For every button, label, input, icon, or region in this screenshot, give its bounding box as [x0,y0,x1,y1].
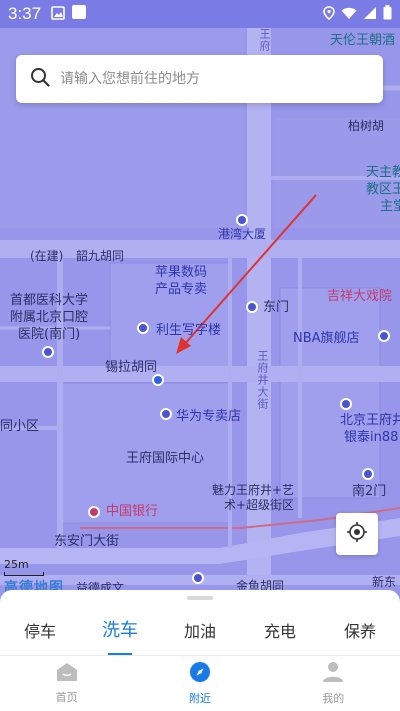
map-label-tianlun: 天伦王朝酒 [330,33,396,48]
map-label-church-2: 教区王 [366,182,400,197]
nav-nearby[interactable]: 附近 [133,656,266,711]
poi-pin-nba[interactable] [378,330,390,342]
map-label-bjwangfu-1: 北京王府井 [340,413,400,428]
map-label-bjwangfu-2: 银泰in88 [344,430,399,445]
poi-pin-bjwangfu[interactable] [340,398,352,410]
map-label-jixiang: 吉祥大戏院 [327,289,393,304]
map-label-xila: 锡拉胡同 [105,360,158,375]
map-label-nba: NBA旗舰店 [293,331,360,346]
tab-car-wash[interactable]: 洗车 [80,610,160,655]
map-label-dongan: 东安门大街 [54,534,120,549]
map-label-lisheng: 利生写字楼 [156,323,222,338]
search-bar[interactable] [16,55,383,103]
poi-pin-south2[interactable] [362,468,374,480]
locate-button[interactable] [336,513,378,555]
poi-pin-dongmen[interactable] [246,301,258,313]
map-label-huawei: 华为专卖店 [176,409,242,424]
map-label-apple-2: 产品专卖 [155,282,208,297]
poi-pin-shouyi[interactable] [42,346,54,358]
tab-maintenance[interactable]: 保养 [320,610,400,655]
map-label-shaojiu: 韶九胡同 [76,249,125,263]
status-bar: 3:37 [0,0,400,28]
bottom-panel: 停车 洗车 加油 充电 保养 首页 附近 我的 [0,590,400,711]
nav-mine[interactable]: 我的 [267,656,400,711]
map-label-shouyi-1: 首都医科大学 [10,293,89,308]
map-scale-bar [4,572,44,576]
battery-icon [383,4,392,24]
map-label-shouyi-2: 附属北京口腔 [10,310,89,325]
map-label-shouyi-3: 医院(南门) [18,327,81,342]
app-notification-icon [71,4,87,24]
home-icon [56,662,78,685]
nav-nearby-label: 附近 [188,692,211,705]
map-label-meili-2: 术+超级街区 [224,498,295,512]
bottom-nav: 首页 附近 我的 [0,656,400,711]
status-time: 3:37 [8,4,42,23]
search-input[interactable] [60,71,350,87]
map-label-meili-1: 魅力王府井+艺 [212,483,295,497]
poi-pin-huawei[interactable] [160,408,172,420]
map-scale-label: 25m [4,558,29,571]
map-label-church-1: 天主教 [366,165,400,180]
nav-home[interactable]: 首页 [0,656,133,711]
map-label-south2: 南2门 [352,484,387,499]
wifi-icon [341,5,357,24]
poi-pin-yuyi[interactable] [192,572,204,584]
map-road-wangfu: 王府 [258,28,271,52]
map-label-tongxiao: 同小区 [0,419,40,434]
map-label-baishu: 柏树胡 [348,119,385,133]
map-label-boc: 中国银行 [106,504,159,519]
map-label-dongmen: 东门 [263,300,290,315]
map-label-church-3: 主堂 [380,199,400,214]
map-label-xindong: 新东 [372,575,397,589]
crosshair-icon [346,521,368,547]
poi-pin-lisheng[interactable] [137,322,149,334]
poi-pin-gangwan[interactable] [236,214,248,226]
location-status-icon [323,5,335,24]
image-notification-icon [51,5,65,24]
map-label-wfjcenter: 王府国际中心 [126,451,205,466]
nav-mine-label: 我的 [322,692,345,705]
current-location-marker[interactable] [152,374,164,386]
map-label-gangwan: 港湾大厦 [218,227,267,241]
nav-home-label: 首页 [55,691,78,704]
map-label-apple-1: 苹果数码 [155,265,208,280]
person-icon [323,661,344,686]
map-label-zaijian: (在建) [30,249,64,263]
compass-icon [189,661,211,686]
drag-handle[interactable] [187,596,213,600]
search-icon [30,67,50,91]
tab-charging[interactable]: 充电 [240,610,320,655]
poi-pin-boc[interactable] [88,506,100,518]
service-tabs: 停车 洗车 加油 充电 保养 [0,610,400,655]
signal-icon [363,5,377,24]
tab-refuel[interactable]: 加油 [160,610,240,655]
map-road-wangfujing: 王府井大街 [256,350,269,410]
tab-parking[interactable]: 停车 [0,610,80,655]
